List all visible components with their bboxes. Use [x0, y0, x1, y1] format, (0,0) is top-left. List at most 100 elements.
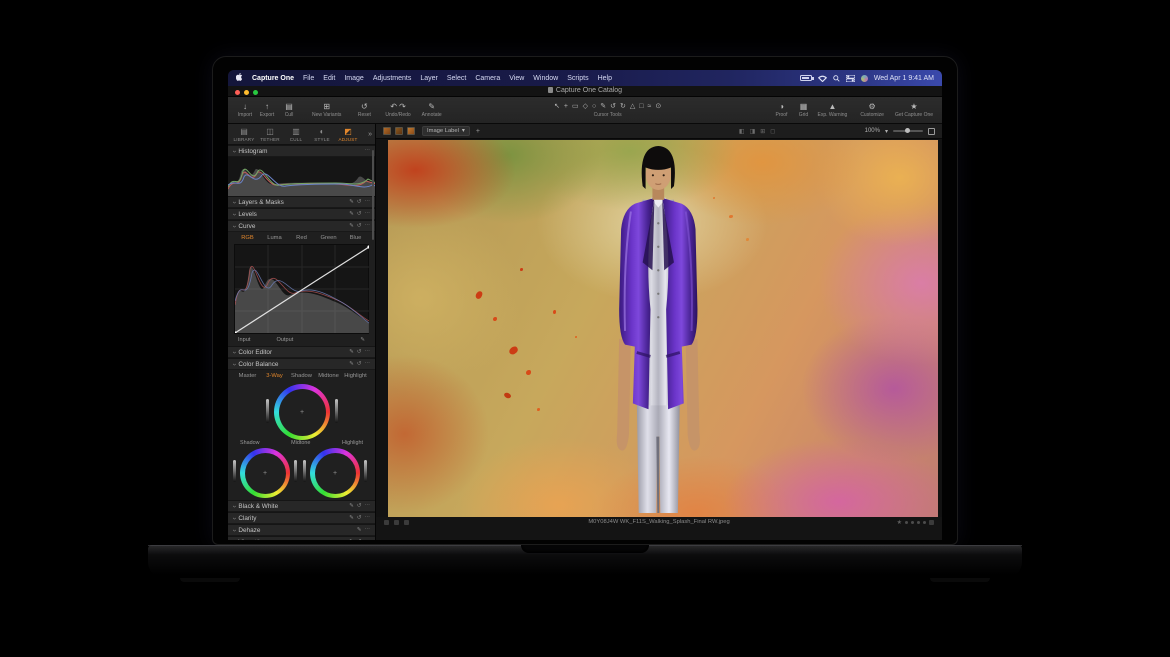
midtone-left-slider[interactable] [266, 399, 269, 423]
more-icon[interactable]: ⋯ [365, 515, 371, 521]
tabs-overflow-icon[interactable]: » [368, 131, 372, 138]
menu-image[interactable]: Image [344, 75, 363, 82]
curve-tab-luma[interactable]: Luma [261, 235, 288, 241]
variant-thumb-1[interactable] [383, 127, 391, 135]
color-tag-dot[interactable] [905, 521, 908, 524]
sidebar-scrollbar[interactable] [372, 150, 374, 240]
zoom-dropdown-icon[interactable]: ▾ [885, 128, 888, 135]
more-icon[interactable]: ⋯ [365, 503, 371, 509]
curve-tab-rgb[interactable]: RGB [234, 235, 261, 241]
highlight-left-slider[interactable] [303, 460, 306, 482]
siri-icon[interactable] [860, 74, 868, 82]
more-icon[interactable]: ⋯ [365, 349, 371, 355]
search-icon[interactable] [833, 74, 840, 82]
level-tool-icon[interactable]: △ [630, 102, 635, 111]
export-button[interactable]: ↑ Export [259, 102, 275, 118]
panel-dehaze-header[interactable]: › Dehaze ✎ ⋯ [228, 524, 375, 536]
color-tag-dot[interactable] [911, 521, 914, 524]
variant-thumb-3[interactable] [407, 127, 415, 135]
cb-tab-3way[interactable]: 3-Way [261, 373, 288, 379]
shadow-color-wheel[interactable]: + [240, 448, 290, 498]
select-tool-icon[interactable]: + [564, 102, 568, 111]
photo-canvas[interactable] [388, 140, 938, 517]
menu-adjustments[interactable]: Adjustments [373, 75, 412, 82]
menu-edit[interactable]: Edit [323, 75, 335, 82]
control-center-icon[interactable] [845, 74, 855, 82]
more-icon[interactable]: ⋯ [365, 199, 371, 205]
panel-color-editor-header[interactable]: › Color Editor ✎ ↺ ⋯ [228, 346, 375, 358]
color-tag-dot[interactable] [923, 521, 926, 524]
menu-camera[interactable]: Camera [475, 75, 500, 82]
panel-color-balance-header[interactable]: › Color Balance ✎ ↺ ⋯ [228, 358, 375, 370]
tab-cull[interactable]: ▥ CULL [283, 127, 309, 142]
menu-select[interactable]: Select [447, 75, 466, 82]
compare-icon[interactable]: ◧ [739, 128, 745, 135]
curve-plot[interactable] [233, 244, 371, 335]
tab-style[interactable]: ◐ STYLE [309, 127, 335, 142]
reset-icon[interactable]: ↺ [357, 223, 362, 229]
curve-tab-red[interactable]: Red [288, 235, 315, 241]
curve-tab-blue[interactable]: Blue [342, 235, 369, 241]
reset-icon[interactable]: ↺ [357, 503, 362, 509]
edit-icon[interactable]: ✎ [349, 361, 354, 367]
panel-vignetting-header[interactable]: › Vignetting ✎↺⋯ [228, 536, 375, 540]
reset-icon[interactable]: ↺ [357, 515, 362, 521]
menu-help[interactable]: Help [598, 75, 612, 82]
rotate-right-tool-icon[interactable]: ↻ [620, 102, 626, 111]
get-capture-one-button[interactable]: ★ Get Capture One [895, 102, 933, 118]
keystone-tool-icon[interactable]: ◇ [583, 102, 588, 111]
cull-button[interactable]: ▤ Cull [281, 102, 297, 118]
more-icon[interactable]: ⋯ [365, 527, 371, 533]
panel-layers-header[interactable]: › Layers & Masks ✎ ↺ ⋯ [228, 196, 375, 208]
reset-icon[interactable]: ↺ [357, 539, 362, 540]
cb-tab-shadow[interactable]: Shadow [288, 373, 315, 379]
panel-clarity-header[interactable]: › Clarity ✎ ↺ ⋯ [228, 512, 375, 524]
menu-window[interactable]: Window [533, 75, 558, 82]
edit-icon[interactable]: ✎ [349, 515, 354, 521]
color-tag-dot[interactable] [917, 521, 920, 524]
reset-icon[interactable]: ↺ [357, 211, 362, 217]
draw-mask-tool-icon[interactable]: ✎ [600, 102, 606, 111]
exposure-warning-button[interactable]: ▲ Exp. Warning [817, 102, 847, 118]
panel-histogram-header[interactable]: › Histogram ⋯ [228, 145, 375, 157]
midtone-color-wheel[interactable]: + [274, 384, 330, 440]
reset-icon[interactable]: ↺ [357, 199, 362, 205]
edit-icon[interactable]: ✎ [357, 527, 362, 533]
pan-tool-icon[interactable]: ↖ [554, 102, 560, 111]
undo-redo-button[interactable]: ↶ ↷ Undo/Redo [385, 102, 410, 118]
highlight-right-slider[interactable] [364, 460, 367, 482]
highlight-color-wheel[interactable]: + [310, 448, 360, 498]
zoom-level[interactable]: 100% [865, 128, 880, 134]
reset-icon[interactable]: ↺ [357, 361, 362, 367]
customize-button[interactable]: ⚙ Customize [860, 102, 884, 118]
apple-menu-icon[interactable] [235, 73, 243, 83]
midtone-right-slider[interactable] [335, 399, 338, 423]
heal-tool-icon[interactable]: □ [639, 102, 643, 111]
edit-icon[interactable]: ✎ [349, 211, 354, 217]
grid-button[interactable]: ▦ Grid [795, 102, 811, 118]
edit-icon[interactable]: ✎ [349, 539, 354, 540]
menu-clock[interactable]: Wed Apr 1 9:41 AM [874, 75, 934, 82]
edit-icon[interactable]: ✎ [349, 349, 354, 355]
menu-file[interactable]: File [303, 75, 314, 82]
import-button[interactable]: ↓ Import [237, 102, 253, 118]
annotate-button[interactable]: ✎ Annotate [422, 102, 442, 118]
tab-tether[interactable]: ◫ TETHER [257, 127, 283, 142]
shadow-left-slider[interactable] [233, 460, 236, 482]
zoom-slider[interactable] [893, 128, 923, 133]
rotate-left-tool-icon[interactable]: ↺ [610, 102, 616, 111]
fullscreen-icon[interactable] [928, 127, 935, 135]
proof-button[interactable]: ◑ Proof [773, 102, 789, 118]
tab-adjust[interactable]: ◩ ADJUST [335, 127, 361, 142]
variant-thumb-2[interactable] [395, 127, 403, 135]
panel-black-white-header[interactable]: › Black & White ✎ ↺ ⋯ [228, 500, 375, 512]
panel-levels-header[interactable]: › Levels ✎ ↺ ⋯ [228, 208, 375, 220]
edit-icon[interactable]: ✎ [349, 223, 354, 229]
new-variants-button[interactable]: ⊞ New Variants [312, 102, 341, 118]
spot-tool-icon[interactable]: ○ [592, 102, 596, 111]
more-icon[interactable]: ⋯ [365, 539, 371, 540]
reset-icon[interactable]: ↺ [357, 349, 362, 355]
crop-tool-icon[interactable]: ▭ [572, 102, 579, 111]
menu-layer[interactable]: Layer [420, 75, 438, 82]
multi-view-icon[interactable]: ⊞ [760, 128, 765, 135]
